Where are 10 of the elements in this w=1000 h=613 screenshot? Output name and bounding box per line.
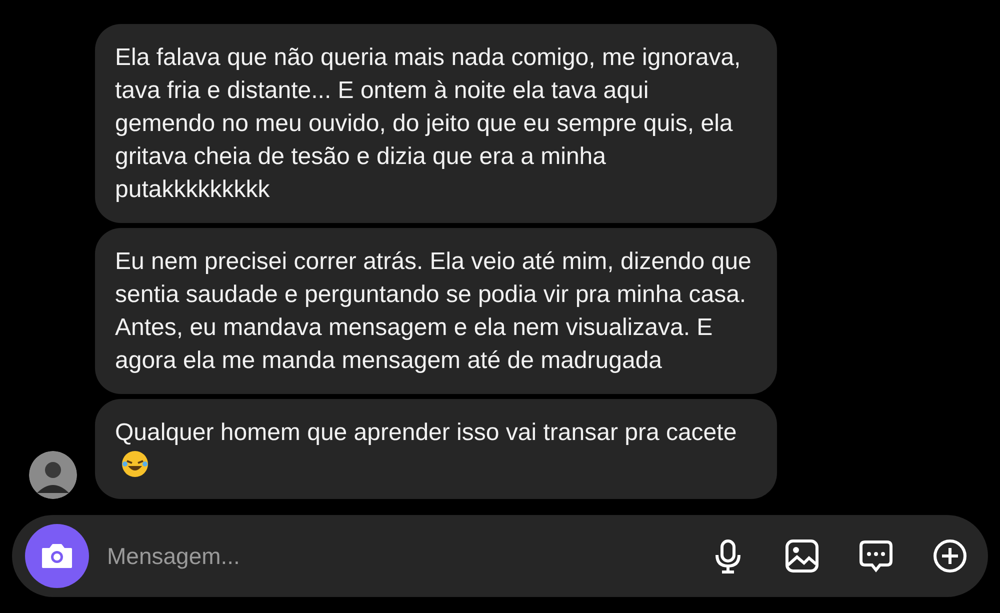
message-bubble: Qualquer homem que aprender isso vai transar pra cacete [95, 399, 777, 499]
message-input[interactable]: Mensagem... [105, 542, 672, 570]
image-icon[interactable] [784, 538, 820, 574]
avatar[interactable] [29, 451, 77, 499]
camera-button[interactable] [25, 524, 89, 588]
add-icon[interactable] [932, 538, 968, 574]
message-bubble: Ela falava que não queria mais nada comigo, me ignorava, tava fria e distante... E ontem à noite ela tava aqui gemendo no meu ouvido, do jeito que eu sempre quis, ela gritava cheia de tesão e dizia que era a minha putakkkkkkkkk [95, 24, 777, 223]
chat-bubble-icon[interactable] [858, 538, 894, 574]
camera-icon [40, 542, 74, 570]
message-bubble: Eu nem precisei correr atrás. Ela veio até mim, dizendo que sentia saudade e perguntando se podia vir pra minha casa. Antes, eu mandava mensagem e ela nem visualizava. E agora ela me manda mensagem até de madrugada [95, 228, 777, 394]
